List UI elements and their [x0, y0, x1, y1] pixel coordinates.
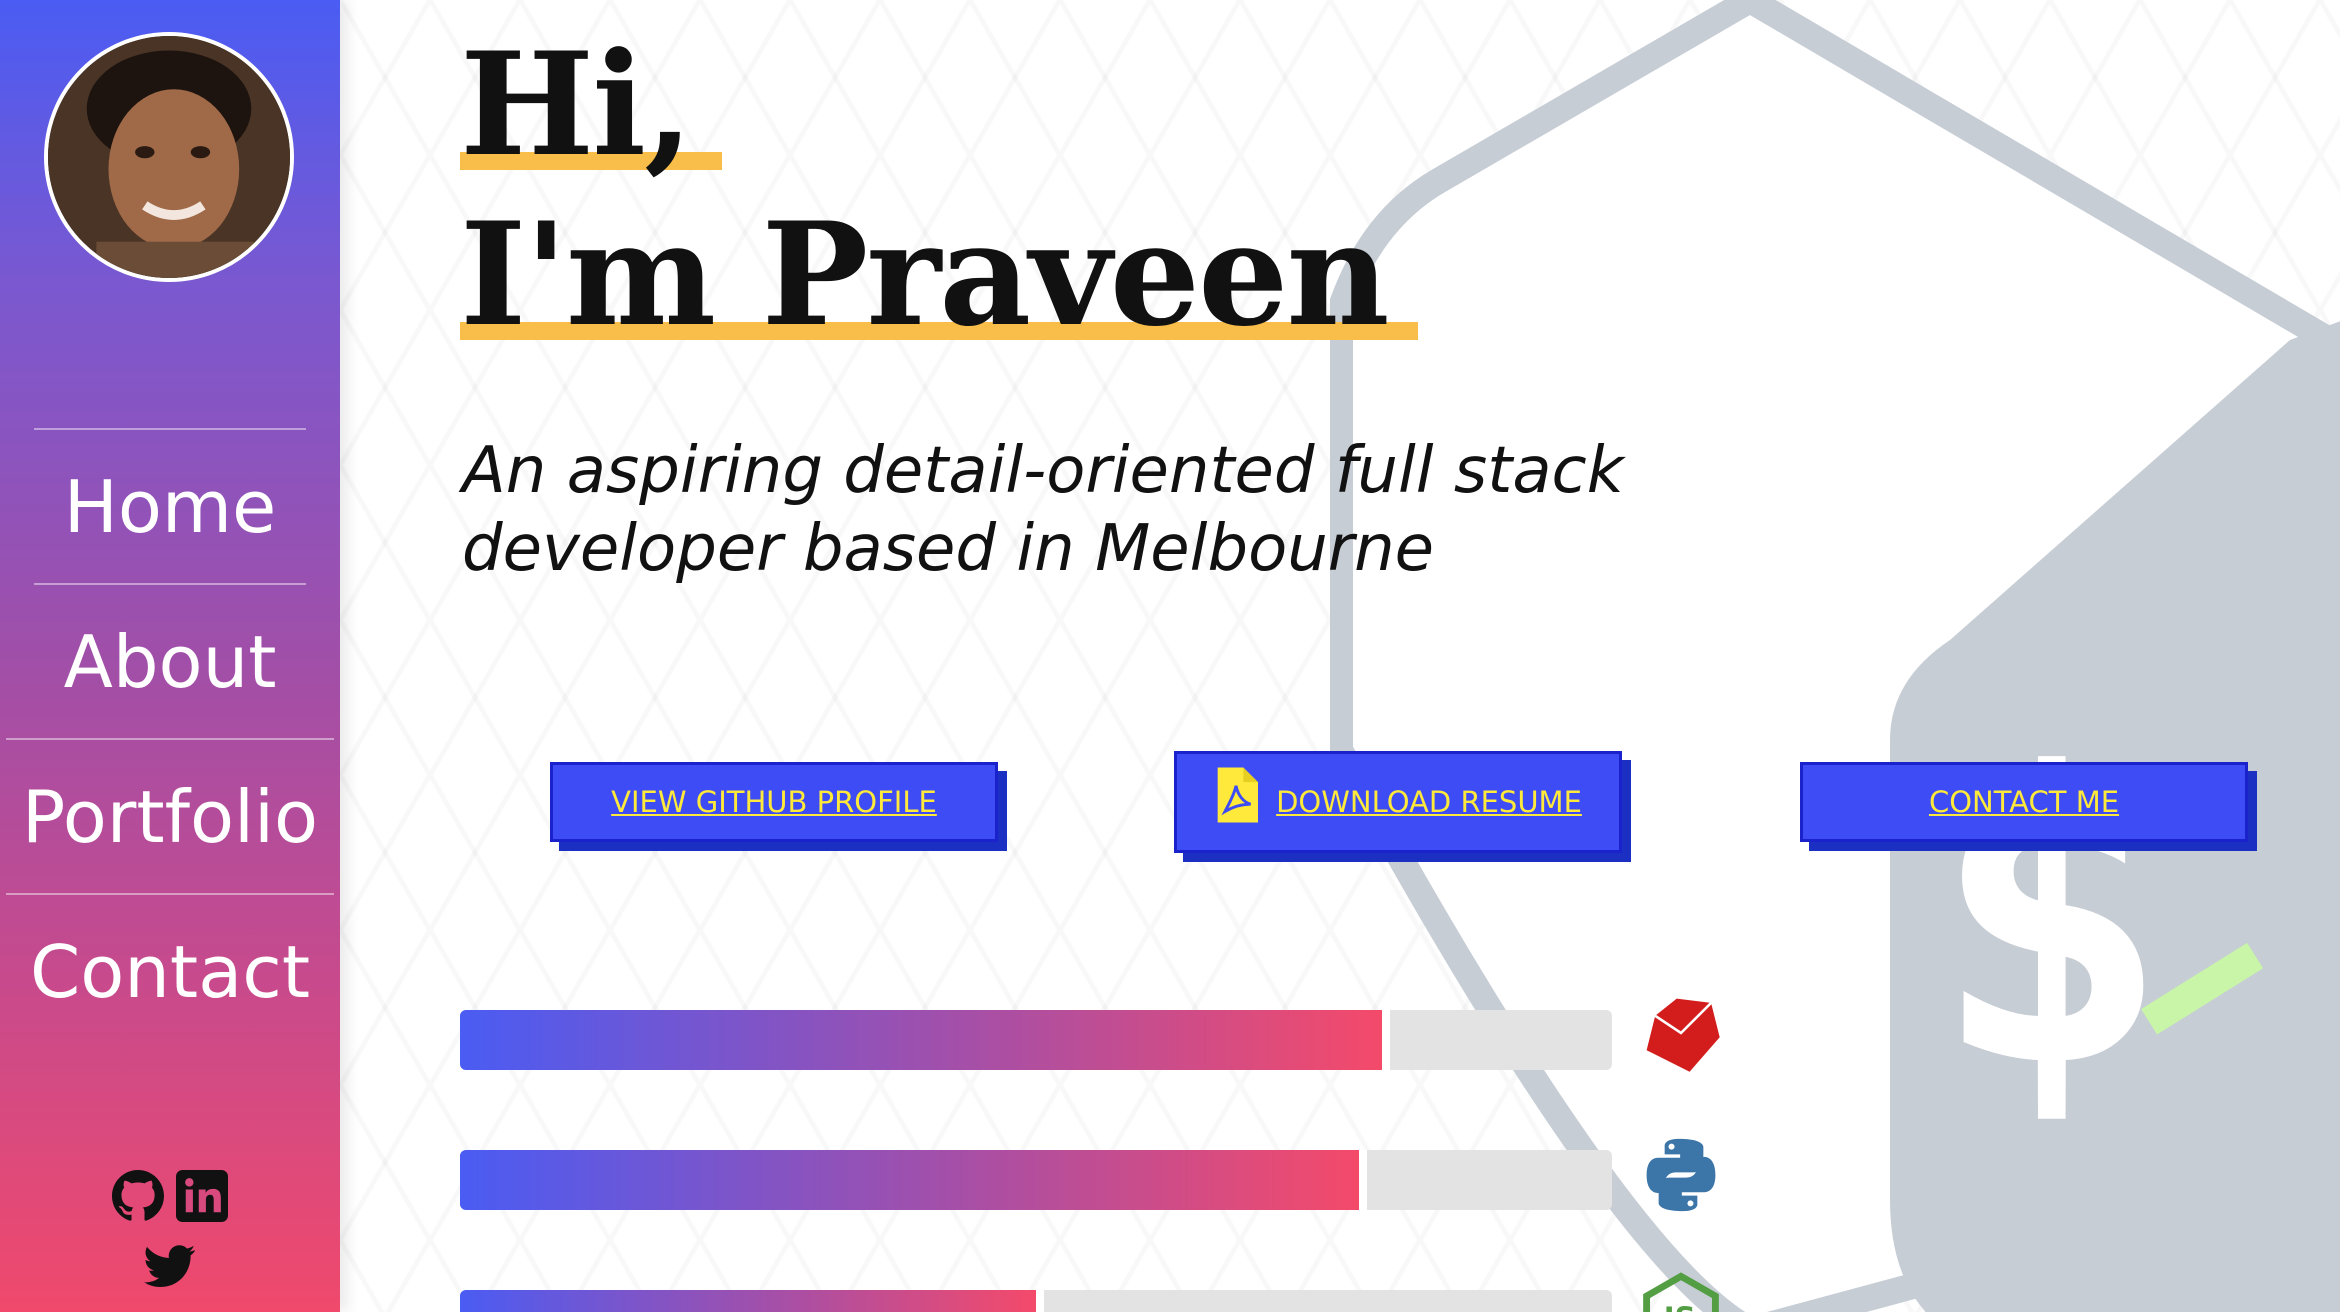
- main-nav: Home About Portfolio Contact: [0, 428, 340, 1048]
- skill-gap: [1036, 1290, 1044, 1312]
- skill-bar-python: [460, 1150, 1612, 1210]
- pdf-icon: [1214, 767, 1259, 823]
- skill-bar-nodejs: [460, 1290, 1612, 1312]
- bash-logo-icon: $: [1330, 0, 2340, 1312]
- svg-text:$: $: [1930, 690, 2171, 1155]
- svg-text:JS: JS: [1662, 1301, 1696, 1312]
- tagline-line-2: developer based in Melbourne: [462, 512, 1435, 586]
- skill-gap: [1358, 1150, 1367, 1210]
- avatar: [44, 32, 294, 282]
- download-resume-label: DOWNLOAD RESUME: [1276, 785, 1582, 819]
- greeting-text: Hi,: [460, 22, 722, 188]
- nodejs-icon: JS: [1638, 1272, 1724, 1312]
- github-icon[interactable]: [112, 1170, 164, 1222]
- view-github-label: VIEW GITHUB PROFILE: [611, 785, 937, 819]
- name-text: I'm Praveen: [460, 192, 1418, 358]
- view-github-button[interactable]: VIEW GITHUB PROFILE: [550, 762, 998, 842]
- nav-home[interactable]: Home: [34, 428, 306, 583]
- tagline: An aspiring detail-oriented full stack d…: [462, 432, 1762, 588]
- linkedin-icon[interactable]: [176, 1170, 228, 1222]
- main-content: $ Hi, I'm Praveen An aspiring detail-ori…: [340, 0, 2340, 1312]
- avatar-photo: [48, 36, 290, 278]
- nav-portfolio[interactable]: Portfolio: [6, 738, 334, 893]
- hero-headline: Hi, I'm Praveen: [460, 20, 1418, 360]
- skill-bar-ruby: [460, 1010, 1612, 1070]
- nav-contact[interactable]: Contact: [6, 893, 334, 1048]
- download-resume-button[interactable]: DOWNLOAD RESUME: [1174, 751, 1622, 853]
- skill-gap: [1381, 1010, 1390, 1070]
- contact-me-label: CONTACT ME: [1928, 785, 2120, 819]
- skill-fill: [460, 1150, 1359, 1210]
- twitter-icon[interactable]: [144, 1240, 196, 1292]
- skill-fill: [460, 1010, 1382, 1070]
- tagline-line-1: An aspiring detail-oriented full stack: [462, 434, 1624, 508]
- contact-me-button[interactable]: CONTACT ME: [1800, 762, 2248, 842]
- sidebar: Home About Portfolio Contact: [0, 0, 340, 1312]
- nav-about[interactable]: About: [34, 583, 306, 738]
- social-links: [0, 1170, 340, 1292]
- python-icon: [1638, 1132, 1724, 1218]
- ruby-icon: [1638, 990, 1724, 1076]
- skill-fill: [460, 1290, 1036, 1312]
